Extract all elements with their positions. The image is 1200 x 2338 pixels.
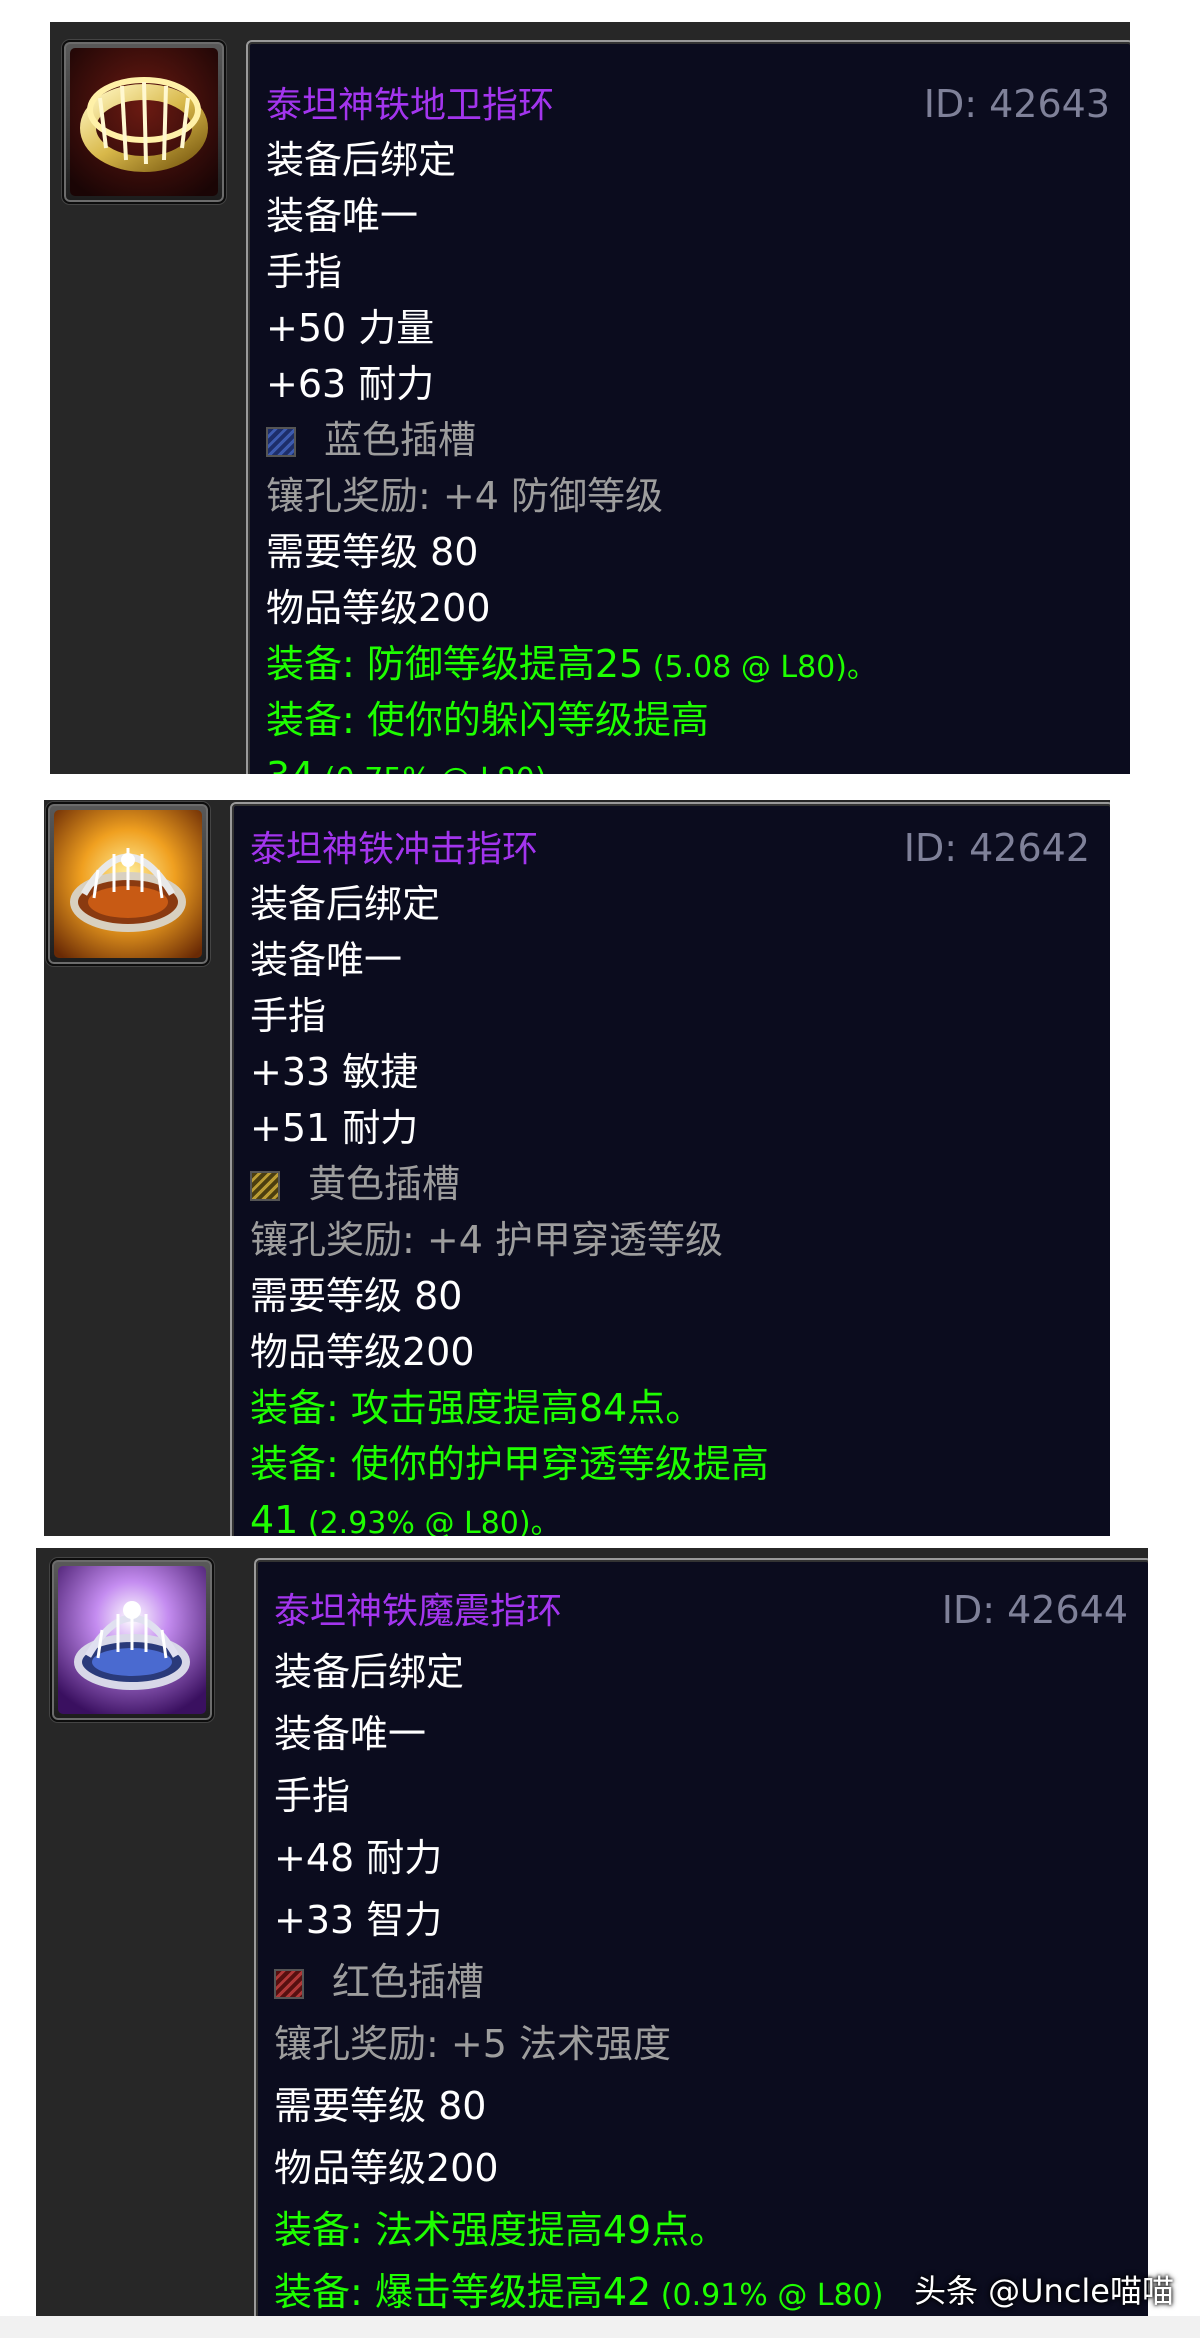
item-tooltip: 泰坦神铁魔震指环 ID: 42644 装备后绑定 装备唯一 手指 +48 耐力 … <box>254 1558 1148 2316</box>
equip-effect-value: 41 <box>250 1498 299 1536</box>
item-tooltip: 泰坦神铁冲击指环 ID: 42642 装备后绑定 装备唯一 手指 +33 敏捷 … <box>230 802 1110 1536</box>
item-panel-3: 泰坦神铁魔震指环 ID: 42644 装备后绑定 装备唯一 手指 +48 耐力 … <box>36 1548 1148 2316</box>
page-footer-strip <box>0 2316 1200 2338</box>
item-icon-frame[interactable] <box>46 802 210 966</box>
equip-effect: 34 (0.75% @ L80)。 <box>266 752 577 774</box>
equip-effect: 装备: 使你的躲闪等级提高 <box>266 698 709 742</box>
equip-effect: 41 (2.93% @ L80)。 <box>250 1496 561 1536</box>
bind-text: 装备后绑定 <box>274 1650 465 1694</box>
socket-bonus: 镶孔奖励: +4 护甲穿透等级 <box>250 1218 723 1262</box>
item-icon-frame[interactable] <box>62 40 226 204</box>
item-name: 泰坦神铁地卫指环 <box>266 85 555 126</box>
required-level: 需要等级 80 <box>266 530 479 574</box>
socket-bonus: 镶孔奖励: +5 法术强度 <box>274 2022 671 2066</box>
item-icon-frame[interactable] <box>50 1558 214 1722</box>
bind-text: 装备后绑定 <box>250 882 441 926</box>
unique-text: 装备唯一 <box>266 194 419 238</box>
equip-effect-value: 34 <box>266 754 314 774</box>
golden-ring-icon <box>70 48 218 196</box>
stat-line: +33 智力 <box>274 1898 443 1942</box>
stat-line: +51 耐力 <box>250 1106 419 1150</box>
item-panel-1: 泰坦神铁地卫指环 ID: 42643 装备后绑定 装备唯一 手指 +50 力量 … <box>50 22 1130 774</box>
equip-effect-text: 装备: 攻击强度提高84点。 <box>250 1386 704 1430</box>
required-level: 需要等级 80 <box>250 1274 463 1318</box>
item-name: 泰坦神铁魔震指环 <box>274 1591 563 1632</box>
yellow-socket-icon <box>250 1171 280 1201</box>
equip-effect-detail: (0.91% @ L80) <box>651 2278 884 2313</box>
slot-text: 手指 <box>250 994 327 1038</box>
stat-line: +63 耐力 <box>266 362 435 406</box>
item-id: ID: 42643 <box>923 82 1110 126</box>
item-name: 泰坦神铁冲击指环 <box>250 829 539 870</box>
item-tooltip: 泰坦神铁地卫指环 ID: 42643 装备后绑定 装备唯一 手指 +50 力量 … <box>246 40 1130 774</box>
socket-label: 蓝色插槽 <box>324 418 477 462</box>
unique-text: 装备唯一 <box>274 1712 427 1756</box>
equip-effect-detail: (0.75% @ L80)。 <box>314 762 577 774</box>
stat-line: +48 耐力 <box>274 1836 443 1880</box>
socket-line: 红色插槽 <box>274 1958 484 2006</box>
red-socket-icon <box>274 1969 304 1999</box>
blue-socket-icon <box>266 427 296 457</box>
equip-effect-detail: (5.08 @ L80)。 <box>643 650 877 685</box>
equip-effect: 装备: 爆击等级提高42 (0.91% @ L80) <box>274 2268 883 2316</box>
item-panel-2: 泰坦神铁冲击指环 ID: 42642 装备后绑定 装备唯一 手指 +33 敏捷 … <box>44 800 1110 1536</box>
item-level: 物品等级200 <box>274 2146 499 2190</box>
equip-effect-text: 装备: 法术强度提高49点。 <box>274 2208 728 2252</box>
required-level: 需要等级 80 <box>274 2084 487 2128</box>
item-level: 物品等级200 <box>266 586 491 630</box>
watermark-text: 头条 @Uncle喵喵 <box>913 2272 1174 2310</box>
equip-effect: 装备: 法术强度提高49点。 <box>274 2206 727 2258</box>
socket-line: 黄色插槽 <box>250 1160 460 1208</box>
socket-bonus: 镶孔奖励: +4 防御等级 <box>266 474 663 518</box>
stat-line: +50 力量 <box>266 306 435 350</box>
item-id: ID: 42644 <box>941 1588 1128 1632</box>
slot-text: 手指 <box>274 1774 351 1818</box>
equip-effect-text: 装备: 防御等级提高25 <box>266 642 644 686</box>
socket-line: 蓝色插槽 <box>266 416 476 464</box>
socket-label: 黄色插槽 <box>308 1162 461 1206</box>
arcane-ring-icon <box>58 1566 206 1714</box>
item-level: 物品等级200 <box>250 1330 475 1374</box>
stat-line: +33 敏捷 <box>250 1050 419 1094</box>
item-id: ID: 42642 <box>903 826 1090 870</box>
slot-text: 手指 <box>266 250 343 294</box>
equip-effect-detail: (2.93% @ L80)。 <box>298 1506 561 1536</box>
equip-effect: 装备: 防御等级提高25 (5.08 @ L80)。 <box>266 640 877 692</box>
equip-effect: 装备: 攻击强度提高84点。 <box>250 1384 703 1436</box>
flame-ring-icon <box>54 810 202 958</box>
bind-text: 装备后绑定 <box>266 138 457 182</box>
equip-effect-text: 装备: 爆击等级提高42 <box>274 2270 652 2314</box>
socket-label: 红色插槽 <box>332 1960 485 2004</box>
unique-text: 装备唯一 <box>250 938 403 982</box>
equip-effect: 装备: 使你的护甲穿透等级提高 <box>250 1442 769 1486</box>
